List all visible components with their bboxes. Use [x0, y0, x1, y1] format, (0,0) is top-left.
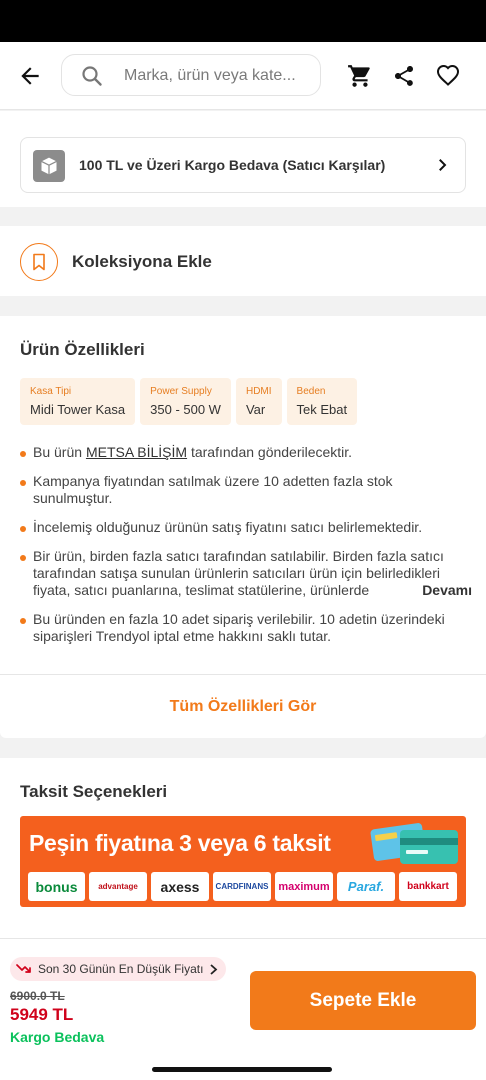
read-more-link[interactable]: Devamı [382, 582, 472, 599]
bank-logo-maximum: maximum [275, 872, 333, 901]
box-icon [33, 150, 65, 182]
bullet-order-limit: Bu üründen en fazla 10 adet sipariş veri… [20, 611, 472, 645]
share-icon [395, 66, 413, 86]
search-icon [82, 66, 102, 86]
chip-value: 350 - 500 W [150, 402, 221, 417]
bank-logo-axess: axess [151, 872, 209, 901]
free-cargo-label: Kargo Bedava [10, 1029, 105, 1045]
feature-chip: Power Supply 350 - 500 W [140, 378, 231, 425]
installments-section: Taksit Seçenekleri Peşin fiyatına 3 veya… [0, 758, 486, 938]
add-to-collection-label: Koleksiyona Ekle [72, 252, 212, 271]
banner-text: Peşin fiyatına 3 veya 6 taksit [29, 830, 331, 856]
bottom-bar: Son 30 Günün En Düşük Fiyatı 6900.0 TL 5… [0, 938, 486, 1080]
search-placeholder: Marka, ürün veya kate... [124, 67, 296, 84]
bank-logo-cardfinans: CARDFINANS [213, 872, 271, 901]
chip-key: Beden [296, 386, 326, 397]
chip-value: Tek Ebat [296, 402, 348, 417]
chip-value: Midi Tower Kasa [30, 402, 126, 417]
bullet-seller-suffix: tarafından gönderilecektir. [190, 444, 353, 460]
chip-key: Kasa Tipi [30, 386, 72, 397]
chevron-right-icon [439, 159, 447, 171]
installment-banner[interactable]: Peşin fiyatına 3 veya 6 taksit bonus adv… [20, 816, 466, 907]
cargo-section: 100 TL ve Üzeri Kargo Bedava (Satıcı Kar… [0, 111, 486, 207]
bullet-seller: Bu ürün METSA BİLİŞİM tarafından gönderi… [20, 444, 472, 461]
feature-chip: HDMI Var [235, 378, 282, 425]
bank-logo-paraf: Paraf. [337, 872, 395, 901]
free-cargo-banner[interactable]: 100 TL ve Üzeri Kargo Bedava (Satıcı Kar… [20, 137, 466, 193]
chip-value: Var [245, 402, 266, 417]
trend-down-icon [16, 964, 31, 973]
bank-logo-bonus: bonus [28, 872, 85, 901]
bookmark-icon [20, 243, 58, 281]
bank-logo-bankkart: bankkart [399, 872, 457, 901]
share-button[interactable] [390, 62, 418, 90]
collection-section[interactable]: Koleksiyona Ekle [0, 226, 486, 296]
bank-logos: bonus advantage axess CARDFINANS maximum… [28, 872, 457, 901]
cart-icon [348, 65, 370, 87]
installments-title: Taksit Seçenekleri [20, 782, 168, 801]
chevron-right-icon [210, 963, 218, 975]
chip-key: HDMI [245, 386, 272, 397]
feature-chip: Beden Tek Ebat [286, 378, 358, 425]
free-cargo-text: 100 TL ve Üzeri Kargo Bedava (Satıcı Kar… [79, 157, 386, 173]
chip-key: Power Supply [150, 386, 212, 397]
bullet-stock: Kampanya fiyatından satılmak üzere 10 ad… [20, 473, 472, 507]
back-button[interactable] [14, 60, 46, 92]
all-features-button[interactable]: Tüm Özellikleri Gör [0, 674, 486, 738]
favorite-button[interactable] [434, 62, 462, 90]
credit-cards-icon [370, 823, 458, 864]
lowest-price-label: Son 30 Günün En Düşük Fiyatı [38, 962, 204, 976]
cart-button[interactable] [346, 62, 374, 90]
feature-chips: Kasa Tipi Midi Tower Kasa Power Supply 3… [20, 378, 358, 425]
arrow-left-icon [21, 67, 39, 85]
current-price: 5949 TL [10, 1005, 74, 1024]
heart-icon [436, 64, 460, 86]
add-to-cart-button[interactable]: Sepete Ekle [250, 971, 476, 1030]
bullet-pricing: İncelemiş olduğunuz ürünün satış fiyatın… [20, 519, 472, 536]
bullet-seller-prefix: Bu ürün [33, 444, 83, 460]
features-title: Ürün Özellikleri [20, 340, 145, 359]
seller-link[interactable]: METSA BİLİŞİM [86, 444, 187, 460]
lowest-price-badge[interactable]: Son 30 Günün En Düşük Fiyatı [10, 957, 227, 981]
product-features-section: Ürün Özellikleri Kasa Tipi Midi Tower Ka… [0, 316, 486, 738]
feature-chip: Kasa Tipi Midi Tower Kasa [20, 378, 136, 425]
bank-logo-advantage: advantage [89, 872, 147, 901]
top-bar: Marka, ürün veya kate... [0, 42, 486, 110]
info-bullets: Bu ürün METSA BİLİŞİM tarafından gönderi… [20, 444, 472, 657]
home-indicator [152, 1067, 332, 1072]
status-bar [0, 0, 486, 42]
old-price: 6900.0 TL [10, 989, 65, 1003]
search-input[interactable]: Marka, ürün veya kate... [61, 54, 321, 96]
bullet-multi-seller: Bir ürün, birden fazla satıcı tarafından… [20, 548, 472, 599]
